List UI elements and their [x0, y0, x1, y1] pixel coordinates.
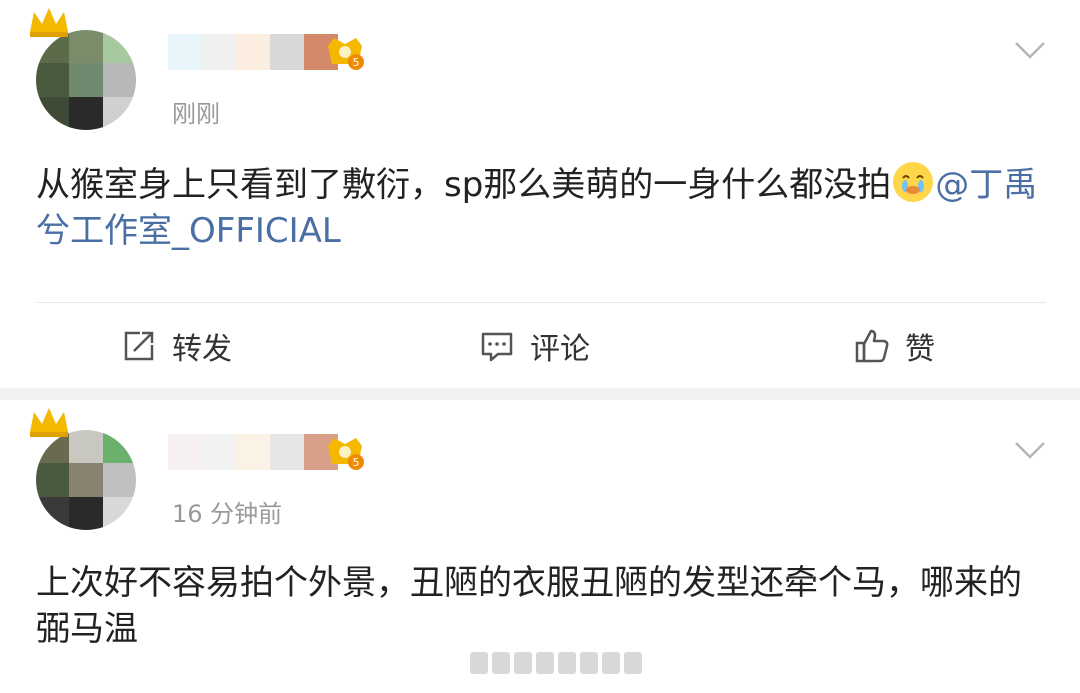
comment-body: 从猴室身上只看到了敷衍，sp那么美萌的一身什么都没拍: [36, 165, 892, 205]
like-button[interactable]: 赞: [853, 318, 935, 374]
like-label: 赞: [905, 332, 935, 367]
repost-icon: [124, 331, 154, 361]
chevron-down-icon[interactable]: [1014, 440, 1046, 460]
vip-level-badge-icon: 5: [328, 438, 364, 470]
svg-text:5: 5: [353, 456, 360, 469]
comment-icon: [481, 332, 513, 362]
action-bar: 转发 评论 赞: [0, 318, 1080, 374]
avatar[interactable]: [36, 30, 136, 130]
crown-icon: [30, 408, 68, 437]
watermark-blurred: [470, 652, 642, 674]
timestamp: 刚刚: [172, 100, 220, 128]
comment-button[interactable]: 评论: [478, 318, 590, 374]
vip-level-badge-icon: 5: [328, 38, 364, 70]
repost-button[interactable]: 转发: [120, 318, 232, 374]
username-blurred[interactable]: [168, 434, 338, 470]
repost-label: 转发: [172, 332, 232, 367]
crown-icon: [30, 8, 68, 37]
crying-face-emoji: [893, 162, 934, 202]
comment-text: 从猴室身上只看到了敷衍，sp那么美萌的一身什么都没拍 @丁禹兮工作室_OFFIC…: [36, 160, 1046, 254]
username-blurred[interactable]: [168, 34, 338, 70]
weibo-comment-2: 5 16 分钟前 上次好不容易拍个外景，丑陋的衣服丑陋的发型还牵个马，哪来的弼马…: [0, 400, 1080, 693]
thumbs-up-icon: [855, 329, 889, 363]
comment-text: 上次好不容易拍个外景，丑陋的衣服丑陋的发型还牵个马，哪来的弼马温: [36, 560, 1046, 652]
svg-text:5: 5: [353, 56, 360, 69]
divider: [36, 302, 1046, 303]
timestamp: 16 分钟前: [172, 500, 283, 528]
weibo-comment-1: 5 刚刚 从猴室身上只看到了敷衍，sp那么美萌的一身什么都没拍 @丁禹兮工作室_…: [0, 0, 1080, 388]
chevron-down-icon[interactable]: [1014, 40, 1046, 60]
post-separator: [0, 388, 1080, 400]
avatar[interactable]: [36, 430, 136, 530]
comment-label: 评论: [530, 332, 590, 367]
comment-body: 上次好不容易拍个外景，丑陋的衣服丑陋的发型还牵个马，哪来的弼马温: [36, 563, 1022, 649]
